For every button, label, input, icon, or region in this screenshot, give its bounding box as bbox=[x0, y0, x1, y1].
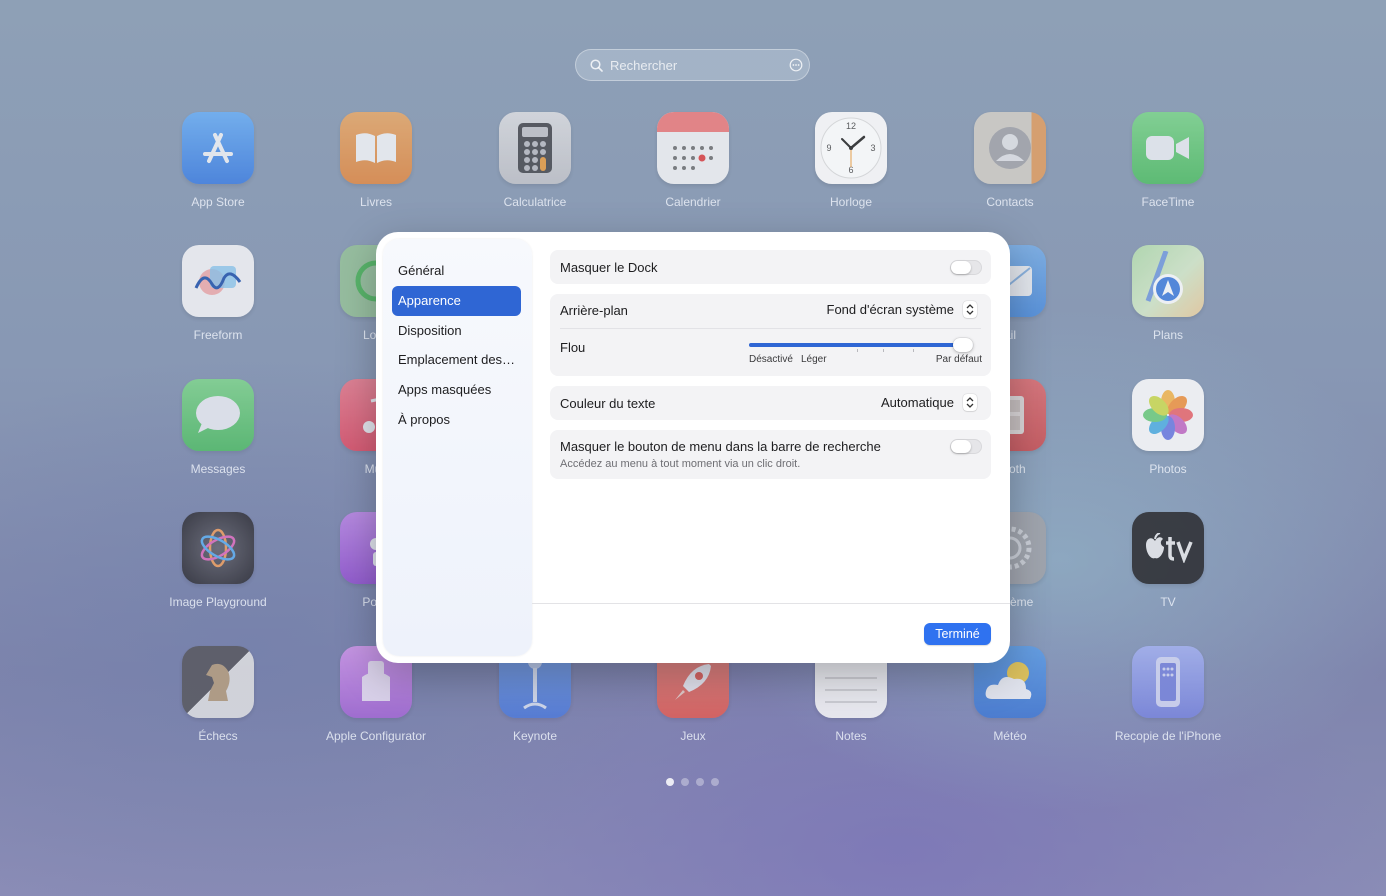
freeform-icon bbox=[182, 245, 254, 317]
app-label: Freeform bbox=[193, 328, 243, 342]
hide-menu-button-card: Masquer le bouton de menu dans la barre … bbox=[550, 430, 991, 479]
app-tv[interactable]: TV bbox=[1093, 512, 1243, 609]
ellipsis-circle-icon[interactable] bbox=[783, 58, 809, 72]
image-playground-icon bbox=[182, 512, 254, 584]
svg-text:9: 9 bbox=[826, 143, 831, 153]
app-label: Messages bbox=[190, 462, 246, 476]
svg-text:12: 12 bbox=[846, 121, 856, 131]
page-dot[interactable] bbox=[696, 778, 704, 786]
photos-flower-icon bbox=[1132, 379, 1204, 451]
toggle-knob bbox=[951, 261, 971, 274]
chevron-up-down-icon bbox=[963, 394, 977, 411]
settings-sidebar: Général Apparence Disposition Emplacemen… bbox=[383, 239, 532, 656]
app-label: App Store bbox=[191, 195, 245, 209]
sidebar-item-apps-masquees[interactable]: Apps masquées bbox=[392, 375, 521, 405]
blur-label-off: Désactivé bbox=[749, 354, 793, 365]
svg-text:3: 3 bbox=[870, 143, 875, 153]
app-contacts[interactable]: Contacts bbox=[935, 112, 1085, 209]
book-icon bbox=[340, 112, 412, 184]
sidebar-item-general[interactable]: Général bbox=[392, 256, 521, 286]
iphone-mirroring-icon bbox=[1132, 646, 1204, 718]
calendar-icon bbox=[657, 112, 729, 184]
app-label: Jeux bbox=[680, 729, 706, 743]
text-color-card: Couleur du texte Automatique bbox=[550, 386, 991, 420]
app-label: Keynote bbox=[512, 729, 558, 743]
app-calculatrice[interactable]: Calculatrice bbox=[460, 112, 610, 209]
app-messages[interactable]: Messages bbox=[143, 379, 293, 476]
blur-slider[interactable] bbox=[749, 338, 973, 352]
clock-icon: 12 3 6 9 bbox=[815, 112, 887, 184]
app-app-store[interactable]: App Store bbox=[143, 112, 293, 209]
sidebar-item-a-propos[interactable]: À propos bbox=[392, 405, 521, 435]
blur-label-default: Par défaut bbox=[935, 354, 982, 365]
calculator-icon bbox=[499, 112, 571, 184]
search-placeholder: Rechercher bbox=[610, 57, 678, 73]
map-icon bbox=[1132, 245, 1204, 317]
app-horloge[interactable]: 12 3 6 9 Horloge bbox=[776, 112, 926, 209]
app-label: Apple Configurator bbox=[325, 729, 427, 743]
toggle-knob bbox=[951, 440, 971, 453]
slider-tick bbox=[883, 349, 885, 352]
hide-menu-button-toggle[interactable] bbox=[950, 439, 982, 454]
done-button[interactable]: Terminé bbox=[924, 623, 991, 645]
app-label: Échecs bbox=[198, 729, 238, 743]
page-dot[interactable] bbox=[666, 778, 674, 786]
app-photos[interactable]: Photos bbox=[1093, 379, 1243, 476]
video-camera-icon bbox=[1132, 112, 1204, 184]
app-label: Photos bbox=[1149, 462, 1187, 476]
message-bubble-icon bbox=[182, 379, 254, 451]
hide-dock-label: Masquer le Dock bbox=[560, 260, 658, 275]
slider-tick bbox=[912, 349, 914, 352]
blur-slider-fill bbox=[749, 343, 973, 347]
app-recopie-iphone[interactable]: Recopie de l'iPhone bbox=[1093, 646, 1243, 743]
app-calendrier[interactable]: Calendrier bbox=[618, 112, 768, 209]
app-label: Calendrier bbox=[665, 195, 721, 209]
app-echecs[interactable]: Échecs bbox=[143, 646, 293, 743]
divider bbox=[560, 328, 981, 329]
app-label: FaceTime bbox=[1141, 195, 1195, 209]
blur-slider-knob[interactable] bbox=[953, 338, 973, 352]
chevron-up-down-icon bbox=[963, 301, 977, 318]
blur-label-light: Léger bbox=[801, 354, 827, 365]
slider-tick bbox=[856, 349, 858, 352]
app-label: TV bbox=[1160, 595, 1176, 609]
app-label: Calculatrice bbox=[503, 195, 567, 209]
hide-menu-button-description: Accédez au menu à tout moment via un cli… bbox=[560, 458, 801, 470]
app-facetime[interactable]: FaceTime bbox=[1093, 112, 1243, 209]
app-label: Image Playground bbox=[169, 595, 267, 609]
app-label: Livres bbox=[359, 195, 392, 209]
hide-dock-card: Masquer le Dock bbox=[550, 250, 991, 284]
background-card: Arrière-plan Fond d'écran système Flou D… bbox=[550, 294, 991, 376]
text-color-popup[interactable]: Automatique bbox=[881, 394, 977, 411]
app-label: Recopie de l'iPhone bbox=[1114, 729, 1222, 743]
app-livres[interactable]: Livres bbox=[301, 112, 451, 209]
app-label: Horloge bbox=[829, 195, 873, 209]
app-store-icon bbox=[182, 112, 254, 184]
sidebar-item-apparence[interactable]: Apparence bbox=[392, 286, 521, 316]
app-plans[interactable]: Plans bbox=[1093, 245, 1243, 342]
page-indicator[interactable] bbox=[666, 778, 719, 786]
page-dot[interactable] bbox=[681, 778, 689, 786]
hide-menu-button-label: Masquer le bouton de menu dans la barre … bbox=[560, 439, 881, 454]
app-label: Plans bbox=[1152, 328, 1184, 342]
footer-divider bbox=[532, 603, 1010, 604]
app-label: Notes bbox=[835, 729, 867, 743]
text-color-value: Automatique bbox=[881, 395, 954, 410]
hide-dock-toggle[interactable] bbox=[950, 260, 982, 275]
app-image-playground[interactable]: Image Playground bbox=[143, 512, 293, 609]
apple-tv-icon bbox=[1132, 512, 1204, 584]
sidebar-item-disposition[interactable]: Disposition bbox=[392, 316, 521, 346]
app-freeform[interactable]: Freeform bbox=[143, 245, 293, 342]
background-popup[interactable]: Fond d'écran système bbox=[826, 301, 977, 318]
contact-icon bbox=[974, 112, 1046, 184]
app-label: Météo bbox=[993, 729, 1027, 743]
settings-dialog: Général Apparence Disposition Emplacemen… bbox=[376, 232, 1010, 663]
background-value: Fond d'écran système bbox=[826, 302, 955, 317]
page-dot[interactable] bbox=[711, 778, 719, 786]
app-label: Contacts bbox=[986, 195, 1034, 209]
sidebar-item-emplacement[interactable]: Emplacement des… bbox=[392, 345, 521, 375]
search-icon bbox=[582, 58, 610, 72]
chess-knight-icon bbox=[182, 646, 254, 718]
search-bar[interactable]: Rechercher bbox=[575, 49, 810, 81]
